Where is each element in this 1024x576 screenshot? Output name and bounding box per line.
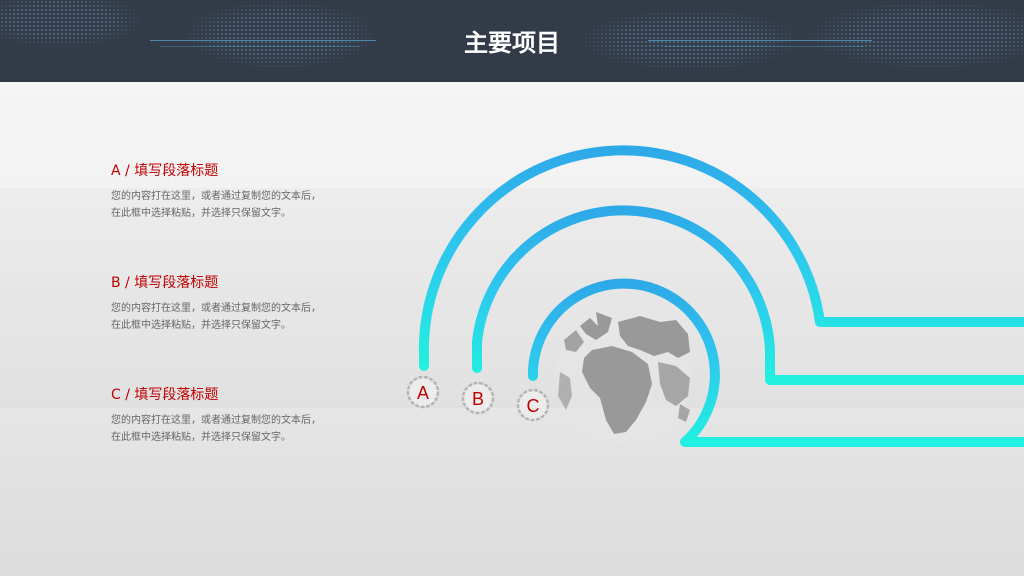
arc-diagram: A B C	[406, 145, 1024, 447]
badge-letter: C	[527, 396, 540, 416]
badge-letter: B	[472, 389, 484, 409]
globe-icon	[555, 307, 691, 443]
letter-badge-c: C	[516, 388, 550, 422]
letter-badge-b: B	[461, 381, 495, 415]
badge-letter: A	[417, 383, 429, 403]
letter-badge-a: A	[406, 375, 440, 409]
